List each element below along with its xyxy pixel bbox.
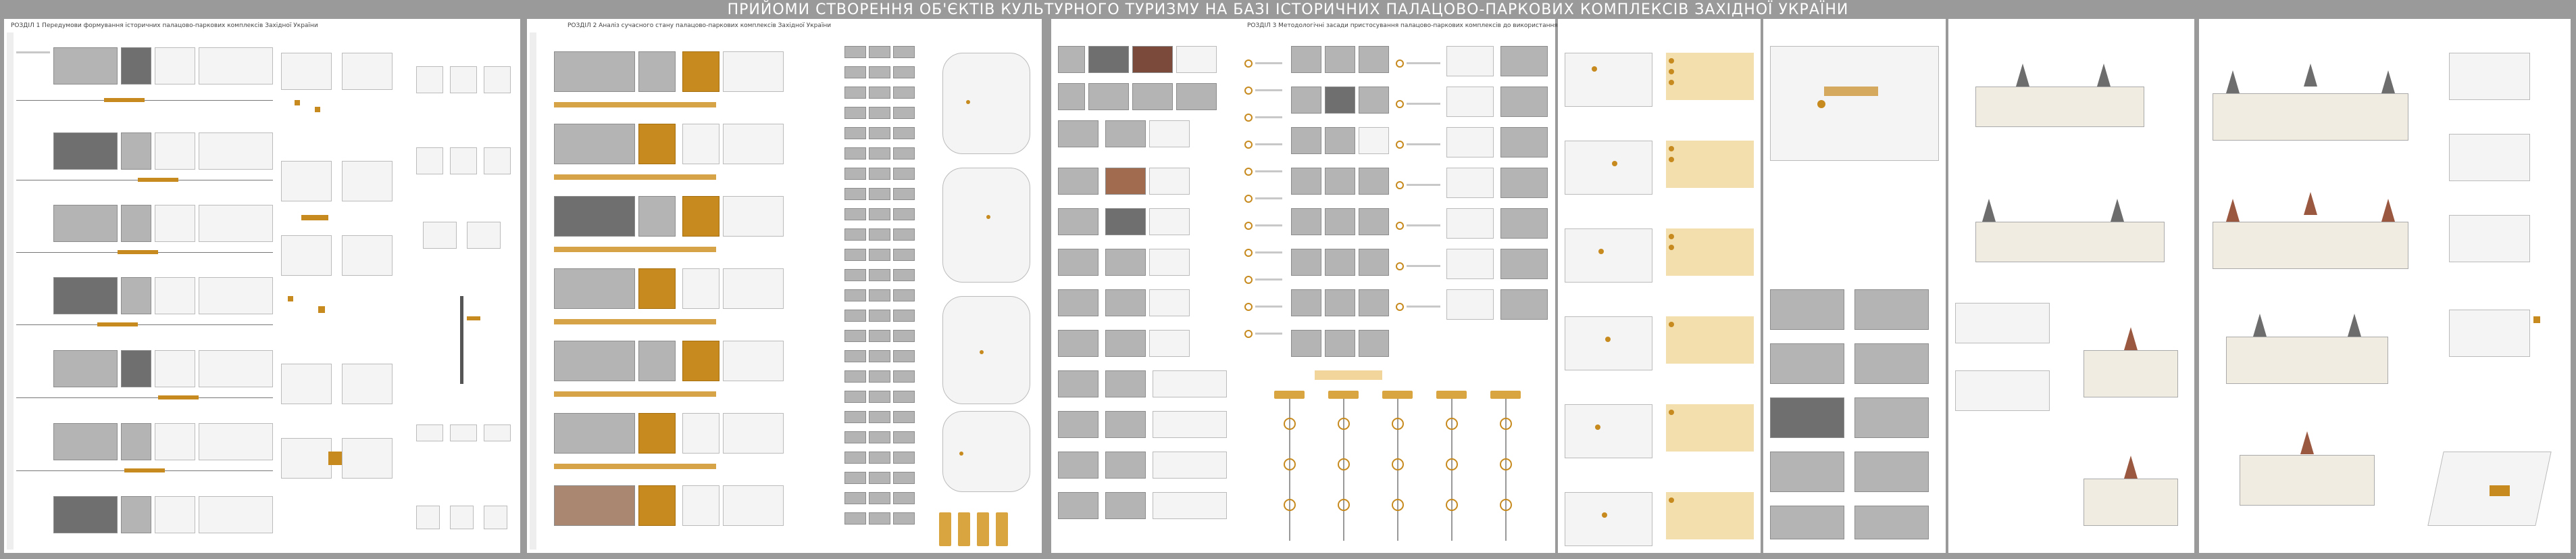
case-row bbox=[540, 485, 838, 550]
legend-column bbox=[1244, 46, 1285, 364]
legend-column bbox=[1396, 46, 1443, 364]
section-2-heading: РОЗДІЛ 2 Аналіз сучасного стану палацово… bbox=[567, 22, 832, 29]
elevation bbox=[2083, 323, 2185, 397]
elevation bbox=[2083, 452, 2185, 526]
board-6 bbox=[1948, 19, 2194, 553]
elevation bbox=[2213, 59, 2408, 141]
photo-block-right bbox=[1291, 46, 1392, 364]
elevation bbox=[2226, 310, 2388, 384]
interior-photos bbox=[1770, 289, 1939, 546]
section-1-heading: РОЗДІЛ 1 Передумови формування історични… bbox=[11, 22, 318, 29]
case-row bbox=[540, 196, 838, 264]
analysis-row bbox=[16, 337, 273, 404]
scheme-column bbox=[281, 46, 396, 546]
case-row bbox=[540, 341, 838, 408]
board-1: РОЗДІЛ 1 Передумови формування історични… bbox=[4, 19, 520, 553]
board-3: РОЗДІЛ 3 Методологічні засади пристосува… bbox=[1051, 19, 1654, 553]
diagram-column bbox=[409, 46, 514, 546]
poster-title: ПРИЙОМИ СТВОРЕННЯ ОБ'ЄКТІВ КУЛЬТУРНОГО Т… bbox=[727, 1, 1849, 18]
region-maps bbox=[939, 46, 1037, 546]
route-steps bbox=[1666, 39, 1757, 546]
analysis-row bbox=[16, 264, 273, 331]
photo-block bbox=[1058, 46, 1240, 364]
analysis-row bbox=[16, 410, 273, 477]
board-5 bbox=[1763, 19, 1946, 553]
analysis-row bbox=[16, 483, 273, 550]
analysis-row bbox=[16, 119, 273, 187]
photo-grid bbox=[844, 46, 932, 546]
timeline-band bbox=[7, 32, 14, 550]
elevation bbox=[2213, 188, 2408, 269]
axonometric-view bbox=[2422, 438, 2564, 546]
floor-plans bbox=[2449, 53, 2564, 418]
case-row bbox=[540, 413, 838, 481]
elevation bbox=[2240, 424, 2375, 506]
site-map bbox=[1770, 46, 1939, 168]
case-row bbox=[540, 268, 838, 336]
case-row bbox=[540, 51, 838, 119]
lower-photo-block bbox=[1058, 370, 1234, 550]
board-2: РОЗДІЛ 2 Аналіз сучасного стану палацово… bbox=[527, 19, 1042, 553]
detail-column bbox=[1446, 46, 1551, 364]
board-7 bbox=[2199, 19, 2571, 553]
board-4 bbox=[1558, 19, 1761, 553]
flow-diagram bbox=[1274, 370, 1544, 550]
analysis-row bbox=[16, 191, 273, 259]
case-row bbox=[540, 124, 838, 191]
plan bbox=[1955, 303, 2056, 438]
elevation bbox=[1975, 53, 2144, 127]
route-column bbox=[1565, 39, 1659, 546]
elevation bbox=[1975, 188, 2165, 262]
analysis-row bbox=[16, 47, 273, 115]
